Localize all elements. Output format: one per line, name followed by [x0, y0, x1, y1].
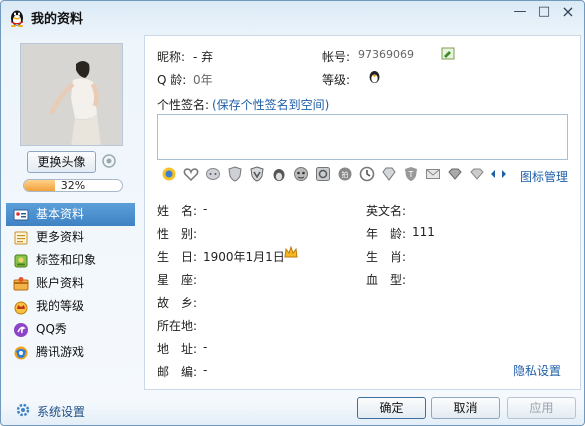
q-age-value: 0年: [193, 73, 213, 87]
chat-icon[interactable]: [203, 165, 222, 182]
signature-input[interactable]: [157, 114, 568, 160]
close-button[interactable]: ×: [556, 3, 580, 21]
account-number: 97369069: [358, 48, 414, 61]
game-icon: [14, 346, 28, 360]
edit-account-icon[interactable]: [441, 47, 456, 61]
gear-icon[interactable]: [15, 402, 31, 418]
sidebar-item-label: 更多资料: [36, 230, 85, 244]
sidebar-item-level[interactable]: 我的等级: [6, 295, 135, 318]
blood-type-label: 血 型:: [366, 273, 407, 287]
sidebar-item-games[interactable]: 腾讯游戏: [6, 341, 135, 364]
penguin-badge-icon[interactable]: [269, 165, 288, 182]
ok-button[interactable]: 确定: [357, 397, 426, 419]
sidebar-item-basic-info[interactable]: 基本资料: [6, 203, 135, 226]
name-value: -: [203, 202, 208, 216]
vip-shield-icon[interactable]: [247, 165, 266, 182]
zip-value: -: [203, 363, 208, 377]
camera-icon[interactable]: [102, 154, 116, 168]
account-icon: [13, 277, 29, 291]
document-icon: [14, 231, 28, 245]
window-title: 我的资料: [31, 12, 84, 27]
face-icon[interactable]: [291, 165, 310, 182]
id-card-icon: [13, 209, 29, 221]
sidebar-item-label: 我的等级: [36, 299, 85, 313]
address-value: -: [203, 340, 208, 354]
scroll-left-icon[interactable]: [489, 165, 497, 182]
scroll-right-icon[interactable]: [500, 165, 508, 182]
crown-icon: [14, 301, 28, 315]
profile-completion-bar: 32%: [23, 179, 123, 192]
sidebar-item-label: 基本资料: [36, 207, 85, 221]
system-settings-link[interactable]: 系统设置: [37, 403, 85, 420]
profile-window: 我的资料 — □ × 更换头像 32% 基本资料 更多资料 标签和印象 账户资料…: [0, 0, 585, 426]
hometown-label: 故 乡:: [157, 296, 198, 310]
address-label: 地 址:: [157, 342, 198, 356]
gem-icon[interactable]: [445, 165, 464, 182]
birthday-label: 生 日:: [157, 250, 198, 264]
mail-icon[interactable]: [423, 165, 442, 182]
signature-label: 个性签名:: [157, 98, 210, 112]
heart-icon[interactable]: [181, 165, 200, 182]
t-badge-icon[interactable]: T: [401, 165, 420, 182]
account-label: 帐号:: [322, 50, 351, 64]
sidebar-item-account[interactable]: 账户资料: [6, 272, 135, 295]
qq-penguin-icon: [11, 10, 23, 27]
qqshow-icon: [14, 323, 28, 337]
age-value: 111: [412, 225, 435, 239]
save-signature-link[interactable]: (保存个性签名到空间): [212, 96, 329, 113]
sidebar-item-tags[interactable]: 标签和印象: [6, 249, 135, 272]
diamond-icon[interactable]: [379, 165, 398, 182]
constellation-label: 星 座:: [157, 273, 198, 287]
svg-text:拍: 拍: [341, 170, 348, 179]
qzone-icon[interactable]: [159, 165, 178, 182]
birthday-value: 1900年1月1日: [203, 250, 285, 264]
music-icon[interactable]: [313, 165, 332, 182]
location-label: 所在地:: [157, 319, 198, 333]
avatar[interactable]: [20, 43, 123, 146]
name-label: 姓 名:: [157, 204, 198, 218]
level-penguin-icon[interactable]: [367, 68, 382, 84]
zip-label: 邮 编:: [157, 365, 198, 379]
sidebar-item-label: 标签和印象: [36, 253, 97, 267]
nickname-value: - 弃: [193, 50, 214, 64]
sidebar-item-more-info[interactable]: 更多资料: [6, 226, 135, 249]
service-icons-row: 拍 T: [159, 165, 508, 183]
tag-icon: [14, 254, 28, 268]
nickname-label: 昵称:: [157, 50, 186, 64]
shield-icon[interactable]: [225, 165, 244, 182]
gem-light-icon[interactable]: [467, 165, 486, 182]
cancel-button[interactable]: 取消: [431, 397, 500, 419]
sidebar-item-qqshow[interactable]: QQ秀: [6, 318, 135, 341]
avatar-photo: [21, 44, 122, 145]
apply-button[interactable]: 应用: [507, 397, 576, 419]
svg-text:T: T: [407, 170, 413, 179]
progress-label: 32%: [60, 179, 86, 192]
english-name-label: 英文名:: [366, 204, 407, 218]
sidebar-item-label: QQ秀: [36, 322, 67, 336]
q-age-label: Q 龄:: [157, 73, 187, 87]
birthday-crown-icon: [284, 245, 298, 259]
rotate-icon[interactable]: [357, 165, 376, 182]
sidebar-item-label: 账户资料: [36, 276, 85, 290]
profile-panel: [144, 35, 581, 390]
photo-icon[interactable]: 拍: [335, 165, 354, 182]
gender-label: 性 别:: [157, 227, 198, 241]
icon-manage-link[interactable]: 图标管理: [520, 168, 568, 185]
sidebar-item-label: 腾讯游戏: [36, 345, 85, 359]
change-avatar-button[interactable]: 更换头像: [27, 151, 96, 173]
minimize-button[interactable]: —: [508, 3, 532, 21]
maximize-button[interactable]: □: [532, 3, 556, 21]
level-label: 等级:: [322, 73, 351, 87]
sidebar-nav: 基本资料 更多资料 标签和印象 账户资料 我的等级 QQ秀 腾讯游戏: [6, 203, 135, 364]
zodiac-label: 生 肖:: [366, 250, 407, 264]
title-bar: 我的资料 — □ ×: [1, 1, 584, 33]
privacy-settings-link[interactable]: 隐私设置: [513, 362, 561, 379]
age-label: 年 龄:: [366, 227, 407, 241]
